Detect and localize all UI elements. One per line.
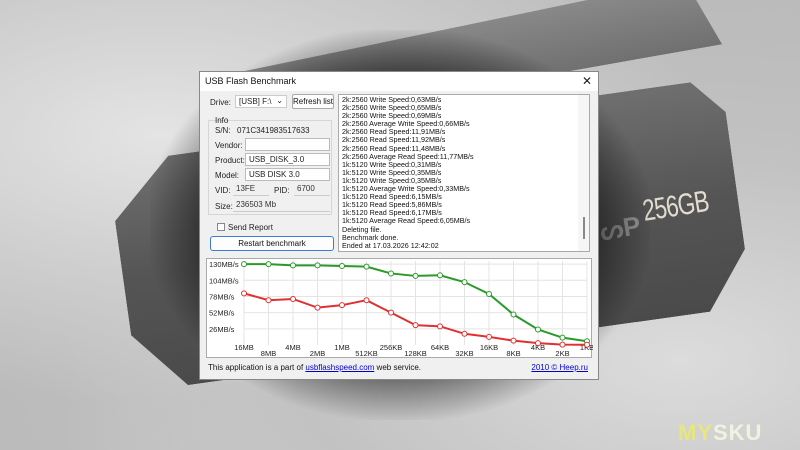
- title-bar: USB Flash Benchmark ✕: [200, 72, 598, 91]
- data-point: [535, 326, 541, 333]
- info-group-label: Info: [215, 116, 229, 125]
- data-point: [510, 337, 517, 344]
- refresh-list-button[interactable]: Refresh list: [292, 94, 334, 109]
- drive-value: [USB] F:\: [239, 97, 272, 106]
- x-tick-label: 4MB: [285, 343, 300, 352]
- sn-value: 071C341983517633: [237, 126, 310, 135]
- drive-select[interactable]: [USB] F:\ ⌄: [235, 95, 287, 108]
- x-tick-label: 1MB: [334, 343, 349, 352]
- drive-label: Drive:: [210, 98, 231, 107]
- data-point: [265, 261, 272, 268]
- log-line: Ended at 17.03.2026 12:42:02: [342, 240, 439, 250]
- y-tick-label: 26MB/s: [209, 325, 235, 334]
- data-point: [510, 311, 517, 318]
- data-point: [363, 297, 370, 304]
- x-tick-label: 128KB: [404, 349, 427, 358]
- data-point: [412, 272, 419, 279]
- data-point: [241, 261, 247, 268]
- send-report-checkbox[interactable]: [217, 223, 225, 231]
- footer-suffix: web service.: [374, 363, 422, 372]
- y-tick-label: 130MB/s: [209, 260, 239, 269]
- x-tick-label: 256KB: [380, 343, 403, 352]
- data-point: [339, 262, 345, 269]
- vid-label: VID:: [215, 186, 231, 195]
- speed-chart-svg: 16MB 8MB 4MB 2MB 1MB 512KB256KB128KB 64KB 32KB 1…: [209, 260, 594, 358]
- y-tick-label: 52MB/s: [209, 309, 235, 318]
- data-point: [265, 297, 272, 304]
- close-icon[interactable]: ✕: [582, 74, 592, 88]
- pid-label: PID:: [274, 186, 290, 195]
- data-point: [314, 304, 321, 311]
- model-field[interactable]: USB DISK 3.0: [245, 168, 330, 181]
- y-tick-label: 104MB/s: [209, 276, 239, 285]
- data-point: [412, 322, 419, 329]
- data-point: [584, 341, 590, 348]
- data-point: [559, 334, 566, 341]
- x-tick-label: 64KB: [431, 343, 449, 352]
- footer-prefix: This application is a part of: [208, 363, 306, 372]
- data-point: [388, 270, 394, 277]
- data-point: [486, 290, 492, 297]
- x-tick-label: 32KB: [455, 349, 473, 358]
- log-output: 2k:2560 Write Speed:0,63MB/s 2k:2560 Writ…: [338, 94, 590, 252]
- vid-value: 13FE: [233, 183, 269, 196]
- data-point: [363, 263, 370, 270]
- data-point: [290, 295, 296, 302]
- data-point: [437, 323, 443, 330]
- window-title: USB Flash Benchmark: [205, 76, 297, 86]
- size-value: 236503 Mb: [233, 199, 330, 212]
- vendor-field[interactable]: [245, 138, 330, 151]
- product-field[interactable]: USB_DISK_3.0: [245, 153, 330, 166]
- data-point: [461, 279, 468, 286]
- data-point: [535, 340, 541, 347]
- vendor-label: Vendor:: [215, 141, 243, 150]
- x-tick-label: 2MB: [310, 349, 325, 358]
- data-point: [314, 262, 321, 269]
- data-point: [486, 333, 492, 340]
- x-tick-label: 2KB: [555, 349, 569, 358]
- data-point: [559, 341, 566, 348]
- usbflashspeed-link[interactable]: usbflashspeed.com: [305, 363, 374, 372]
- log-scrollbar[interactable]: [578, 95, 589, 251]
- model-label: Model:: [215, 171, 240, 180]
- data-point: [388, 309, 394, 316]
- pid-value: 6700: [294, 183, 330, 196]
- x-tick-label: 8KB: [506, 349, 520, 358]
- data-point: [339, 302, 345, 309]
- data-point: [290, 262, 296, 269]
- restart-benchmark-button[interactable]: Restart benchmark: [210, 236, 334, 251]
- benchmark-window: USB Flash Benchmark ✕ Drive: [USB] F:\ ⌄ …: [199, 71, 599, 380]
- y-tick-label: 78MB/s: [209, 292, 235, 301]
- data-point: [241, 290, 247, 297]
- speed-chart: 16MB 8MB 4MB 2MB 1MB 512KB 256KB 128KB 64KB 32KB 1…: [206, 258, 594, 358]
- size-label: Size:: [215, 202, 233, 211]
- watermark: MYSKU: [678, 420, 763, 445]
- x-tick-label: 512KB: [355, 349, 378, 358]
- send-report-label: Send Report: [228, 223, 273, 232]
- product-label: Product:: [215, 156, 245, 165]
- sn-label: S/N:: [215, 126, 231, 135]
- x-tick-label: 16KB: [480, 343, 498, 352]
- x-tick-label: 8MB: [261, 349, 276, 358]
- data-point: [461, 330, 468, 337]
- data-point: [437, 272, 443, 279]
- scrollbar-thumb[interactable]: [583, 217, 585, 239]
- chevron-down-icon: ⌄: [276, 96, 283, 105]
- footer-text: This application is a part of usbflashsp…: [208, 363, 421, 372]
- x-tick-label: 16MB: [234, 343, 254, 352]
- log-lines: 2k:2560 Write Speed:0,63MB/s 2k:2560 Writ…: [342, 95, 474, 250]
- heep-link[interactable]: 2010 © Heep.ru: [531, 363, 588, 372]
